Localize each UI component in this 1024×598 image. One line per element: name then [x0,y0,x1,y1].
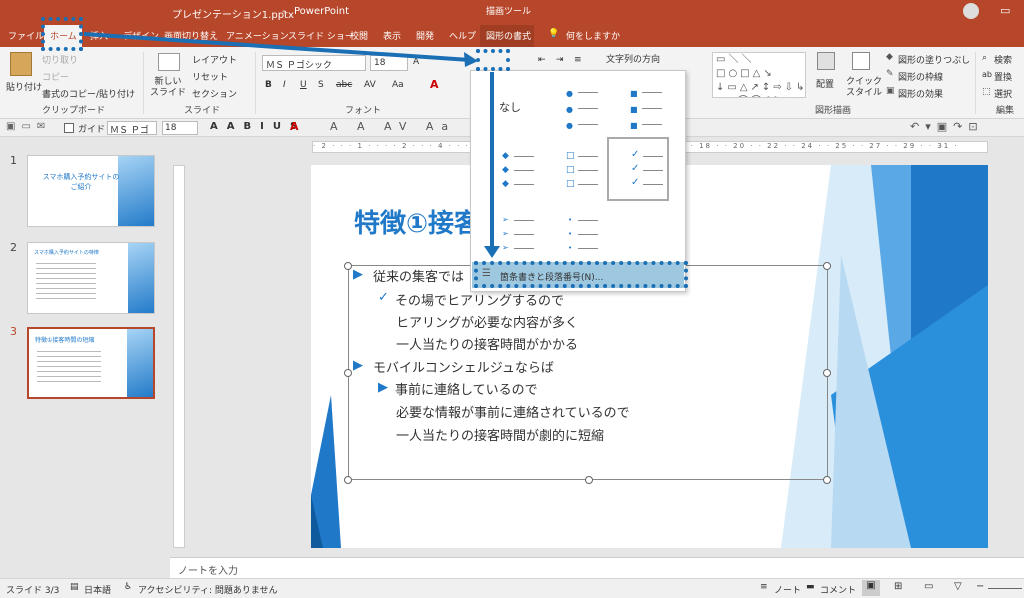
annotation-arrows [83,32,500,258]
notes-icon: ≡ [760,582,768,592]
notes-placeholder: ノートを入力 [178,566,238,577]
language-icon: ▤ [70,582,79,592]
arrowhead [484,246,500,258]
notes-button[interactable]: ノート [774,583,801,596]
language-label[interactable]: 日本語 [84,583,111,596]
normal-view-icon[interactable]: ▣ [862,580,880,596]
accessibility-icon: ♿ [124,582,133,592]
status-bar: スライド 3/3 ▤ 日本語 ♿ アクセシビリティ: 問題ありません ≡ ノート… [0,578,1024,598]
comments-button[interactable]: コメント [820,583,856,596]
accessibility-status[interactable]: アクセシビリティ: 問題ありません [138,583,278,596]
reading-view-icon[interactable]: ▭ [924,581,933,592]
zoom-slider[interactable] [988,588,1022,589]
arrow-home-to-bullets [83,32,471,62]
comment-icon: ▬ [806,582,815,592]
sorter-view-icon[interactable]: ⊞ [894,581,902,592]
notes-pane[interactable]: ノートを入力 [170,557,1024,578]
slide-counter: スライド 3/3 [6,586,60,596]
zoom-out-icon[interactable]: − [976,581,984,592]
slideshow-view-icon[interactable]: ▽ [954,581,962,592]
arrowhead [464,52,478,67]
